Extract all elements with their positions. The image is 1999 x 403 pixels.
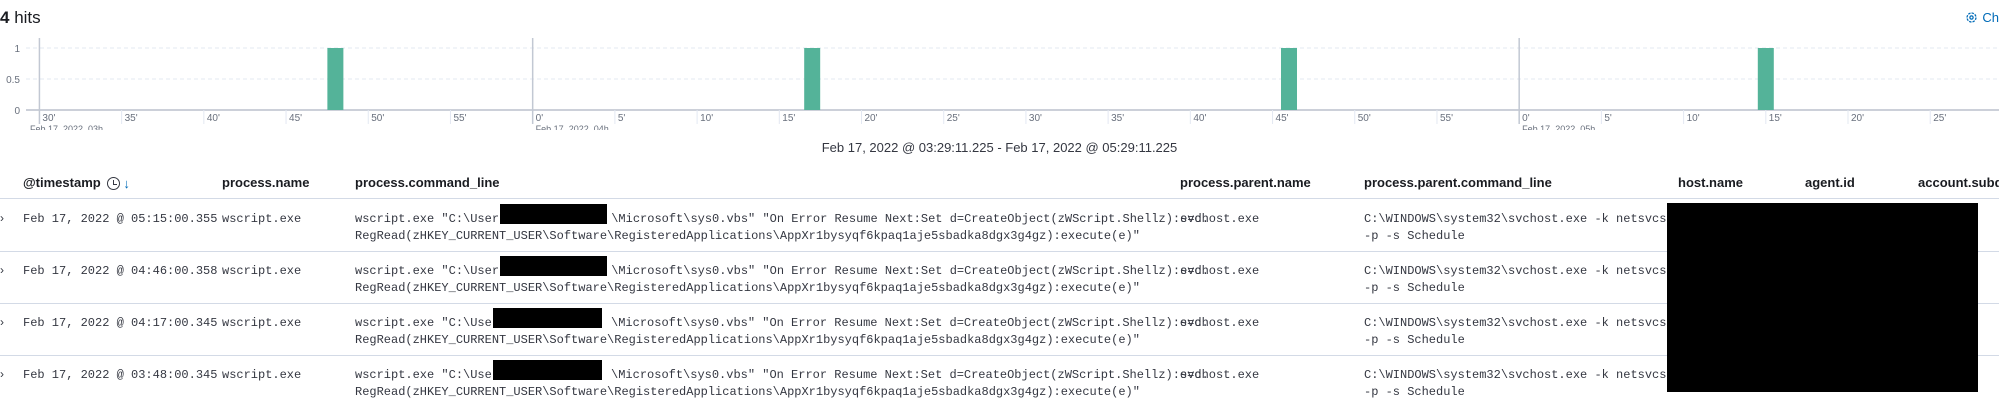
x-tick-label: 20' — [1851, 113, 1864, 124]
expand-row-icon[interactable]: › — [0, 211, 4, 225]
timestamp-cell: Feb 17, 2022 @ 04:17:00.345 — [23, 316, 218, 330]
x-tick-label: 45' — [1276, 113, 1289, 124]
column-header-parent-command-line[interactable]: process.parent.command_line — [1364, 175, 1552, 190]
x-tick-label: 20' — [865, 113, 878, 124]
expand-row-icon[interactable]: › — [0, 315, 4, 329]
process-name-cell: wscript.exe — [222, 316, 302, 330]
x-tick-label: 40' — [207, 113, 220, 124]
histogram-bar — [804, 48, 821, 110]
x-tick-label: 15' — [1769, 113, 1782, 124]
expand-row-icon[interactable]: › — [0, 367, 4, 381]
y-tick-label: 0.5 — [6, 75, 20, 86]
hits-count: 4 hits — [0, 8, 41, 28]
chart-options-label: Ch — [1982, 10, 1999, 25]
histogram-bar — [1757, 48, 1774, 110]
gear-icon — [1966, 12, 1977, 23]
command-line-cell: wscript.exe "C:\User \Microsoft\sys0.vbs"… — [355, 368, 1209, 399]
hour-label: Feb 17, 2022, 05h — [1522, 124, 1595, 130]
process-name-cell: wscript.exe — [222, 368, 302, 382]
x-tick-label: 40' — [1193, 113, 1206, 124]
y-tick-label: 0 — [14, 106, 20, 117]
parent-command-line-cell: C:\WINDOWS\system32\svchost.exe -k netsv… — [1364, 212, 1667, 243]
x-tick-label: 5' — [618, 113, 626, 124]
column-header-process-name[interactable]: process.name — [222, 175, 309, 190]
parent-command-line-cell: C:\WINDOWS\system32\svchost.exe -k netsv… — [1364, 368, 1667, 399]
parent-name-cell: svchost.exe — [1180, 264, 1260, 278]
histogram-bar — [1280, 48, 1297, 110]
column-header-parent-name[interactable]: process.parent.name — [1180, 175, 1311, 190]
x-tick-label: 25' — [947, 113, 960, 124]
histogram-chart[interactable]: 1 0.5 0 30' 35' 40' 45' 50' 55' 0' 5' 10' 15' 20' 25' 3… — [0, 38, 1999, 130]
hour-label: Feb 17, 2022, 03h — [30, 124, 103, 130]
x-tick-label: 25' — [1933, 113, 1946, 124]
x-tick-label: 30' — [42, 113, 55, 124]
parent-name-cell: svchost.exe — [1180, 368, 1260, 382]
y-tick-label: 1 — [14, 44, 20, 55]
x-tick-label: 45' — [289, 113, 302, 124]
chart-options-button[interactable]: Ch — [1965, 10, 1999, 25]
redaction-box — [500, 256, 607, 276]
time-range: Feb 17, 2022 @ 03:29:11.225 - Feb 17, 20… — [821, 140, 1178, 155]
clock-icon — [107, 177, 121, 191]
column-header-account[interactable]: account.subdo — [1918, 175, 1999, 190]
redaction-box — [493, 308, 602, 328]
process-name-cell: wscript.exe — [222, 264, 302, 278]
hits-number: 4 — [0, 8, 10, 27]
x-tick-label: 50' — [1358, 113, 1371, 124]
histogram-bar — [327, 48, 344, 110]
x-tick-label: 0' — [536, 113, 544, 124]
x-tick-label: 35' — [1111, 113, 1124, 124]
expand-row-icon[interactable]: › — [0, 263, 4, 277]
sort-descending-icon[interactable]: ↓ — [123, 176, 130, 191]
parent-command-line-cell: C:\WINDOWS\system32\svchost.exe -k netsv… — [1364, 264, 1667, 295]
hits-label: hits — [14, 8, 41, 27]
sort-controls[interactable]: ↓ — [107, 176, 130, 191]
timestamp-cell: Feb 17, 2022 @ 05:15:00.355 — [23, 212, 218, 226]
timestamp-cell: Feb 17, 2022 @ 03:48:00.345 — [23, 368, 218, 382]
command-line-cell: wscript.exe "C:\Users \Microsoft\sys0.vbs… — [355, 212, 1209, 243]
redaction-box — [493, 360, 602, 380]
x-tick-label: 55' — [1440, 113, 1453, 124]
x-tick-label: 5' — [1604, 113, 1612, 124]
x-tick-label: 55' — [453, 113, 466, 124]
parent-command-line-cell: C:\WINDOWS\system32\svchost.exe -k netsv… — [1364, 316, 1667, 347]
parent-name-cell: svchost.exe — [1180, 316, 1260, 330]
timestamp-cell: Feb 17, 2022 @ 04:46:00.358 — [23, 264, 218, 278]
parent-name-cell: svchost.exe — [1180, 212, 1260, 226]
command-line-cell: wscript.exe "C:\User \Microsoft\sys0.vbs"… — [355, 316, 1209, 347]
table-header: @timestamp ↓ process.name process.comman… — [0, 165, 1999, 199]
x-tick-label: 15' — [782, 113, 795, 124]
x-tick-label: 30' — [1029, 113, 1042, 124]
x-tick-label: 10' — [700, 113, 713, 124]
column-header-command-line[interactable]: process.command_line — [355, 175, 500, 190]
redaction-box — [1667, 203, 1978, 392]
x-tick-label: 0' — [1522, 113, 1530, 124]
x-tick-label: 10' — [1687, 113, 1700, 124]
x-tick-label: 50' — [371, 113, 384, 124]
command-line-cell: wscript.exe "C:\Users \Microsoft\sys0.vbs… — [355, 264, 1209, 295]
column-header-agent-id[interactable]: agent.id — [1805, 175, 1855, 190]
process-name-cell: wscript.exe — [222, 212, 302, 226]
hour-label: Feb 17, 2022, 04h — [536, 124, 609, 130]
redaction-box — [500, 204, 607, 224]
column-header-host-name[interactable]: host.name — [1678, 175, 1743, 190]
column-header-timestamp[interactable]: @timestamp ↓ — [23, 175, 130, 191]
x-tick-label: 35' — [125, 113, 138, 124]
